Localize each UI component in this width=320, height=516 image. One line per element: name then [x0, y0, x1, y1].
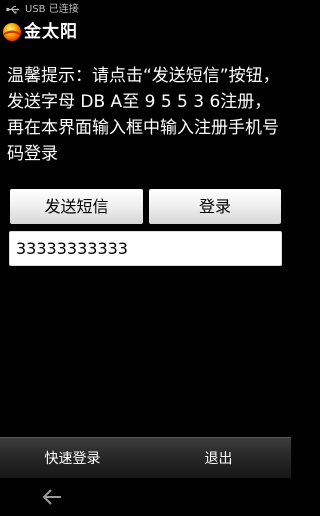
- back-arrow-icon: [42, 489, 61, 505]
- status-bar: USB 已连接: [0, 0, 291, 19]
- send-sms-button[interactable]: 发送短信: [10, 189, 143, 224]
- app-title: 金太阳: [24, 22, 78, 42]
- quick-login-menu-item[interactable]: 快速登录: [0, 438, 145, 478]
- bottom-menu: 快速登录 退出: [0, 437, 291, 478]
- app-title-bar: 金太阳: [0, 19, 291, 45]
- exit-menu-item[interactable]: 退出: [146, 438, 291, 478]
- usb-status-text: USB 已连接: [25, 4, 79, 15]
- phone-number-input[interactable]: [9, 231, 282, 266]
- usb-icon: [6, 6, 19, 14]
- navigation-bar: [0, 478, 291, 516]
- back-button[interactable]: [36, 484, 68, 510]
- sun-logo-icon: [3, 23, 21, 41]
- registration-hint: 温馨提示：请点击“发送短信”按钮，发送字母 DB A至 9 5 5 3 6注册，…: [7, 66, 280, 164]
- login-button[interactable]: 登录: [149, 189, 281, 224]
